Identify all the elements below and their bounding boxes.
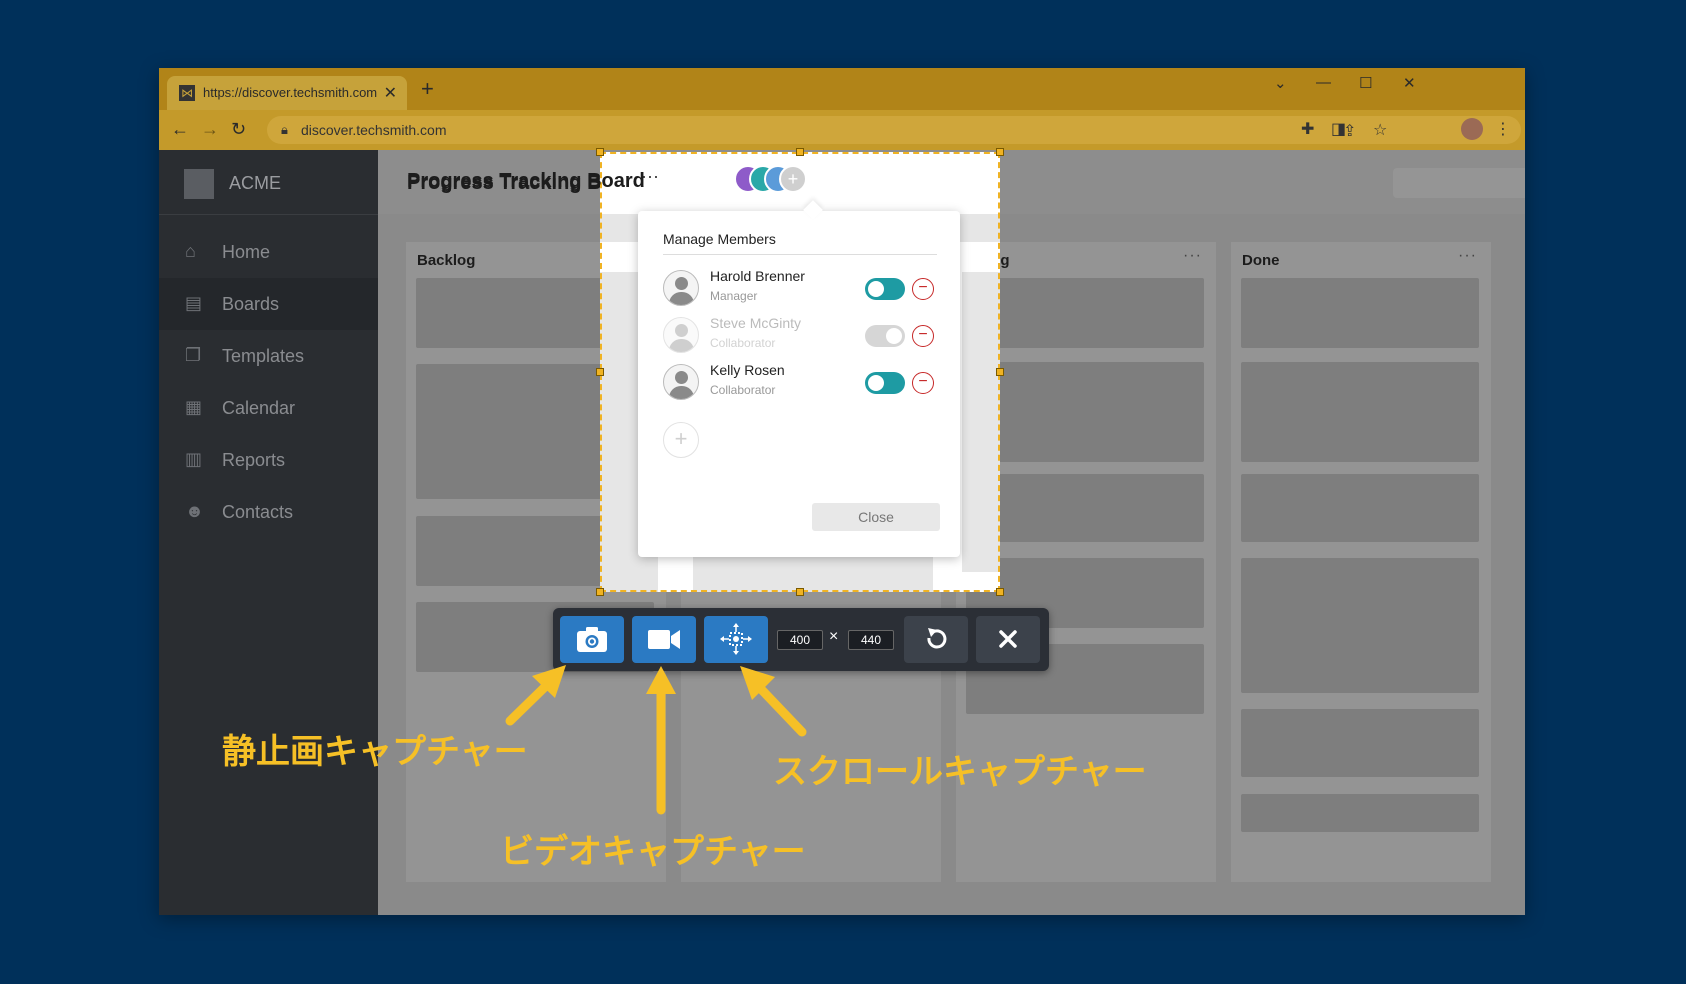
- arrow-to-video-capture: [646, 666, 676, 815]
- video-capture-label: ビデオキャプチャー: [500, 832, 806, 872]
- still-capture-label: 静止画キャプチャー: [222, 732, 528, 772]
- scroll-capture-label: スクロールキャプチャー: [773, 752, 1147, 792]
- annotation-arrows: [505, 665, 807, 815]
- arrow-to-scroll-capture: [740, 666, 807, 737]
- arrow-to-image-capture: [505, 665, 566, 726]
